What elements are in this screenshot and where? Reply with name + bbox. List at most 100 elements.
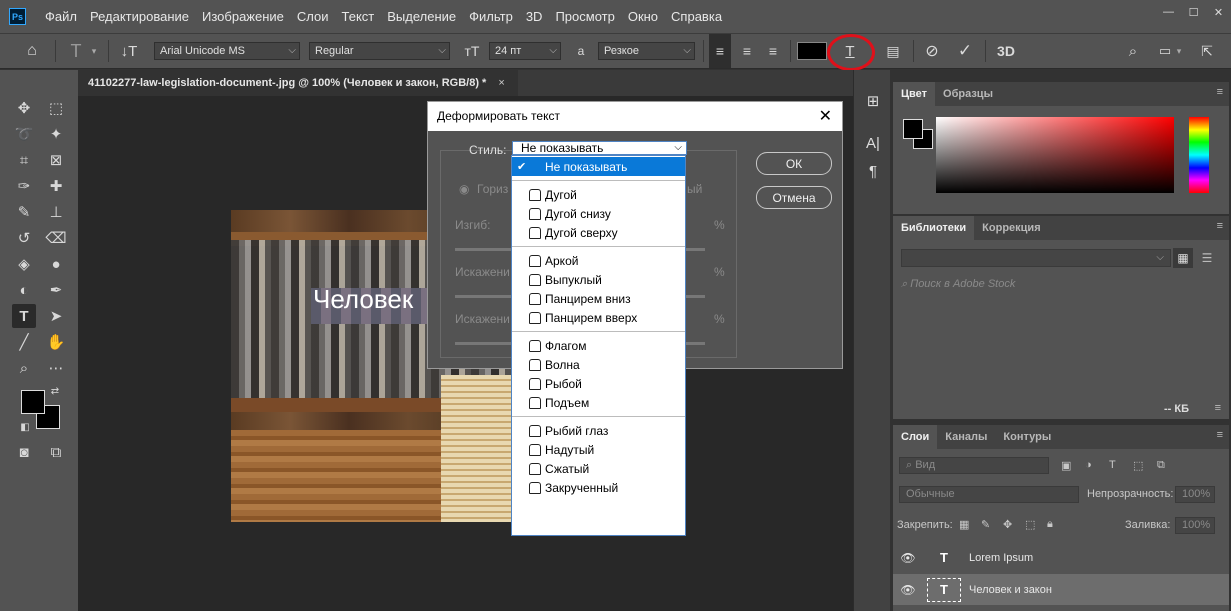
tab-layers[interactable]: Слои: [893, 425, 938, 449]
filter-shape-icon[interactable]: ⬚: [1133, 459, 1143, 472]
type-tool-preset-icon[interactable]: T: [64, 34, 88, 68]
dropdown-item[interactable]: Дугой снизу: [512, 204, 685, 223]
panel-menu-icon[interactable]: ≡: [1217, 220, 1223, 232]
tab-adjustments[interactable]: Коррекция: [974, 216, 1048, 240]
brush-tool-icon[interactable]: ✎: [12, 200, 36, 224]
dropdown-item[interactable]: Закрученный: [512, 478, 685, 497]
eye-icon[interactable]: 👁︎: [893, 583, 923, 597]
lock-brush-icon[interactable]: ✎: [981, 518, 990, 531]
magic-wand-tool-icon[interactable]: ✦: [44, 122, 68, 146]
character-panel-icon[interactable]: A|: [862, 132, 884, 154]
font-family-select[interactable]: Arial Unicode MS ⌵: [154, 42, 300, 60]
layer-row[interactable]: 👁︎ T Lorem Ipsum: [893, 542, 1229, 573]
menu-layers[interactable]: Слои: [297, 9, 329, 24]
dropdown-item[interactable]: Флагом: [512, 336, 685, 355]
close-icon[interactable]: ×: [498, 77, 504, 89]
panel-menu-icon[interactable]: ≡: [1215, 402, 1221, 414]
eyedropper-tool-icon[interactable]: ✑: [12, 174, 36, 198]
layer-row-selected[interactable]: 👁︎ T Человек и закон: [893, 574, 1229, 605]
menu-view[interactable]: Просмотр: [555, 9, 614, 24]
panel-menu-icon[interactable]: ≡: [1217, 429, 1223, 441]
healing-brush-tool-icon[interactable]: ✚: [44, 174, 68, 198]
marquee-tool-icon[interactable]: ⬚: [44, 96, 68, 120]
search-icon[interactable]: ⌕: [1121, 34, 1145, 68]
blur-tool-icon[interactable]: ●: [44, 252, 68, 276]
move-tool-icon[interactable]: ✥: [12, 96, 36, 120]
menu-image[interactable]: Изображение: [202, 9, 284, 24]
blend-mode-select[interactable]: Обычные: [899, 486, 1079, 503]
panel-menu-icon[interactable]: ≡: [1217, 86, 1223, 98]
antialias-select[interactable]: Резкое ⌵: [598, 42, 695, 60]
line-tool-icon[interactable]: ╱: [12, 330, 36, 354]
fill-field[interactable]: 100%: [1175, 517, 1215, 534]
dropdown-item[interactable]: ✔ Не показывать: [512, 157, 685, 176]
character-panel-icon[interactable]: ▤: [881, 34, 905, 68]
layer-filter-select[interactable]: ⌕ Вид: [899, 457, 1049, 474]
lock-artboard-icon[interactable]: ⬚: [1025, 518, 1035, 531]
dropdown-item[interactable]: Дугой сверху: [512, 223, 685, 242]
dropdown-item[interactable]: Панцирем вниз: [512, 289, 685, 308]
tab-libraries[interactable]: Библиотеки: [893, 216, 975, 240]
foreground-color-swatch[interactable]: [21, 390, 45, 414]
type-tool-icon[interactable]: T: [12, 304, 36, 328]
menu-type[interactable]: Текст: [342, 9, 375, 24]
dropdown-item[interactable]: Надутый: [512, 440, 685, 459]
dropdown-item[interactable]: Рыбий глаз: [512, 421, 685, 440]
more-tools-icon[interactable]: ⋯: [44, 356, 68, 380]
tab-swatches[interactable]: Образцы: [935, 82, 1001, 106]
grid-view-icon[interactable]: ▦: [1173, 248, 1193, 268]
color-spectrum[interactable]: [936, 117, 1174, 193]
hand-tool-icon[interactable]: ✋: [44, 330, 68, 354]
menu-3d[interactable]: 3D: [526, 9, 543, 24]
dropdown-item[interactable]: Подъем: [512, 393, 685, 412]
paragraph-panel-icon[interactable]: ¶: [862, 160, 884, 182]
close-icon[interactable]: ✕: [819, 102, 832, 131]
eye-icon[interactable]: 👁︎: [893, 551, 923, 565]
dropdown-item[interactable]: Дугой: [512, 185, 685, 204]
filter-image-icon[interactable]: ▣: [1061, 459, 1071, 472]
align-left-icon[interactable]: ≡: [709, 34, 731, 68]
screen-mode-icon[interactable]: ⧉: [44, 440, 68, 464]
share-icon[interactable]: ⇱: [1195, 34, 1219, 68]
ok-button[interactable]: ОК: [756, 152, 832, 175]
canvas-text-layer[interactable]: Человек: [313, 284, 413, 315]
library-select[interactable]: ⌵: [901, 249, 1171, 267]
clone-stamp-tool-icon[interactable]: ⊥: [44, 200, 68, 224]
hue-slider[interactable]: [1189, 117, 1209, 193]
default-colors-icon[interactable]: ◧: [18, 420, 32, 434]
tab-paths[interactable]: Контуры: [995, 425, 1059, 449]
stock-search-input[interactable]: ⌕ Поиск в Adobe Stock: [901, 278, 1221, 294]
chevron-down-icon[interactable]: ▾: [88, 34, 100, 68]
font-style-select[interactable]: Regular ⌵: [309, 42, 450, 60]
dropdown-item[interactable]: Выпуклый: [512, 270, 685, 289]
lock-transparent-icon[interactable]: ▦: [959, 518, 969, 531]
cancel-button[interactable]: Отмена: [756, 186, 832, 209]
minimize-icon[interactable]: —: [1156, 0, 1181, 24]
path-selection-tool-icon[interactable]: ➤: [44, 304, 68, 328]
home-icon[interactable]: ⌂: [20, 34, 44, 68]
horizontal-radio-icon[interactable]: ◉: [459, 182, 469, 196]
filter-smart-object-icon[interactable]: ⧉: [1157, 459, 1165, 472]
menu-file[interactable]: Файл: [45, 9, 77, 24]
text-orientation-icon[interactable]: ↓T: [117, 34, 141, 68]
3d-button[interactable]: 3D: [992, 34, 1020, 68]
lock-all-icon[interactable]: 🔒︎: [1047, 518, 1053, 531]
menu-window[interactable]: Окно: [628, 9, 658, 24]
commit-check-icon[interactable]: ✓: [953, 34, 977, 68]
close-icon[interactable]: ✕: [1206, 0, 1231, 24]
filter-type-icon[interactable]: T: [1109, 459, 1116, 471]
menu-help[interactable]: Справка: [671, 9, 722, 24]
dropdown-item[interactable]: Аркой: [512, 251, 685, 270]
chevron-down-icon[interactable]: ▾: [1173, 34, 1185, 68]
paint-bucket-tool-icon[interactable]: ◈: [12, 252, 36, 276]
font-size-select[interactable]: 24 пт ⌵: [489, 42, 561, 60]
align-center-icon[interactable]: ≡: [736, 34, 758, 68]
tab-color[interactable]: Цвет: [893, 82, 936, 106]
foreground-color-swatch[interactable]: [903, 119, 923, 139]
zoom-tool-icon[interactable]: ⌕: [12, 356, 36, 380]
dropdown-item[interactable]: Сжатый: [512, 459, 685, 478]
properties-panel-icon[interactable]: ⊞: [862, 90, 884, 112]
align-right-icon[interactable]: ≡: [762, 34, 784, 68]
lock-move-icon[interactable]: ✥: [1003, 518, 1012, 531]
filter-adjustment-icon[interactable]: ◑: [1085, 459, 1092, 471]
